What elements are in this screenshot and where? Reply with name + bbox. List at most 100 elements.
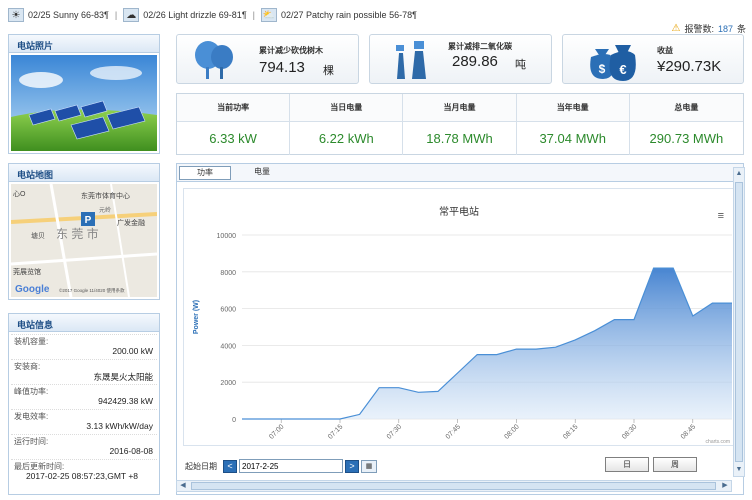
stat-total-energy: 总电量 290.73 MWh: [629, 94, 743, 155]
stat-current-power: 当前功率 6.33 kW: [177, 94, 291, 155]
scroll-thumb[interactable]: [735, 182, 743, 462]
kpi-co2-card: 累计减排二氧化碳 289.86 吨: [369, 34, 552, 84]
svg-text:P: P: [85, 215, 92, 226]
alarm-count[interactable]: 187: [718, 24, 733, 34]
info-label: 装机容量:: [11, 334, 157, 346]
weather-bar: ☀ 02/25 Sunny 66-83¶ | ☁ 02/26 Light driz…: [0, 0, 752, 30]
info-label: 运行时间:: [11, 434, 157, 446]
station-photo-title: 电站照片: [9, 35, 159, 53]
info-value: 942429.38 kW: [98, 396, 153, 406]
station-map-panel: 电站地图 P 心O 东莞市体育中心 元岭 广发金融 东 莞 市 塘贝 莞展览馆 …: [8, 163, 160, 300]
station-photo-panel: 电站照片: [8, 34, 160, 154]
week-button[interactable]: 周: [653, 457, 697, 472]
scroll-right-icon[interactable]: ▶: [719, 481, 731, 491]
kpi-value: 794.13: [259, 59, 305, 76]
y-tick-label: 6000: [220, 307, 236, 314]
chart-menu-icon[interactable]: ≡: [718, 210, 724, 222]
date-label: 起始日期: [185, 461, 217, 471]
factory-icon: [396, 41, 426, 79]
chart-credit: charts.com: [706, 439, 730, 445]
map-label: 东莞市体育中心: [81, 191, 130, 200]
google-logo: Google: [15, 284, 50, 295]
divider: |: [114, 10, 118, 20]
next-date-button[interactable]: >: [345, 459, 359, 473]
x-tick-label: 07:15: [327, 423, 344, 440]
date-input[interactable]: [239, 459, 343, 473]
horizontal-scrollbar[interactable]: ◀ ▶: [176, 480, 732, 492]
weather-text-1: 02/25 Sunny 66-83¶: [28, 10, 109, 20]
station-info-panel: 电站信息 装机容量: 200.00 kW 安装商: 东晟昊火太阳能 峰值功率: …: [8, 313, 160, 495]
map-label: 东 莞 市: [56, 226, 99, 241]
money-bags-icon: $ €: [590, 45, 636, 81]
map-label: 元岭: [99, 206, 111, 214]
scroll-up-icon[interactable]: ▲: [734, 168, 744, 180]
scroll-down-icon[interactable]: ▼: [734, 464, 744, 476]
station-photo: [11, 55, 157, 151]
map-attribution: ©2017 Google 11/4020 使用条款: [59, 287, 125, 294]
stat-value: 18.78 MWh: [426, 131, 493, 146]
divider: |: [252, 10, 255, 20]
cloud-sun-icon: ⛅: [261, 8, 277, 22]
info-label: 发电效率:: [11, 409, 157, 421]
kpi-value: 289.86: [452, 53, 498, 70]
kpi-label: 累计减少砍伐树木: [259, 46, 323, 55]
map-label: 广发金融: [117, 218, 145, 227]
date-controls: 起始日期 < > ▦ 日 周: [185, 457, 735, 475]
trees-icon: [195, 41, 233, 79]
kpi-revenue-card: $ € 收益 ¥290.73K: [562, 34, 744, 84]
power-chart: 常平电站 ≡ 0 2000 4000 6000 8000 10000 07:00 07:15…: [183, 188, 735, 446]
map-label: 莞展览馆: [13, 267, 41, 276]
y-axis-label: Power (W): [193, 300, 200, 334]
kpi-label: 累计减排二氧化碳: [448, 42, 512, 51]
y-tick-label: 8000: [220, 270, 236, 277]
tab-power[interactable]: 功率: [179, 166, 231, 180]
info-value: 200.00 kW: [112, 346, 153, 356]
info-value: 3.13 kWh/kW/day: [86, 421, 153, 431]
weather-text-3: 02/27 Patchy rain possible 56-78¶: [281, 10, 417, 20]
stat-value: 290.73 MWh: [649, 131, 724, 146]
station-info-list: 装机容量: 200.00 kW 安装商: 东晟昊火太阳能 峰值功率: 94242…: [11, 334, 157, 484]
warning-icon: ⚠: [671, 23, 681, 34]
kpi-value: ¥290.73K: [657, 58, 722, 75]
tab-energy[interactable]: 电量: [247, 166, 277, 180]
stat-label: 当日电量: [290, 94, 403, 122]
stat-value: 37.04 MWh: [539, 131, 606, 146]
kpi-unit: 棵: [323, 65, 334, 77]
info-label: 峰值功率:: [11, 384, 157, 396]
vertical-scrollbar[interactable]: ▲ ▼: [733, 167, 745, 477]
info-label: 最后更新时间:: [11, 459, 157, 471]
x-tick-label: 08:45: [680, 423, 697, 440]
stat-label: 总电量: [629, 94, 743, 122]
info-label: 安装商:: [11, 359, 157, 371]
stat-label: 当前功率: [177, 94, 290, 122]
chart-title: 常平电站: [439, 205, 479, 218]
station-info-title: 电站信息: [9, 314, 159, 332]
scroll-left-icon[interactable]: ◀: [177, 481, 189, 491]
day-button[interactable]: 日: [605, 457, 649, 472]
x-tick-label: 07:30: [386, 423, 403, 440]
prev-date-button[interactable]: <: [223, 459, 237, 473]
kpi-unit: 吨: [515, 59, 526, 71]
station-map[interactable]: P 心O 东莞市体育中心 元岭 广发金融 东 莞 市 塘贝 莞展览馆 Googl…: [11, 184, 157, 297]
info-value: 东晟昊火太阳能: [93, 372, 153, 382]
kpi-trees-card: 累计减少砍伐树木 794.13 棵: [176, 34, 359, 84]
scroll-thumb[interactable]: [191, 482, 716, 490]
weather-text-2: 02/26 Light drizzle 69-81¶: [143, 10, 247, 20]
weather-day-2: ☁ 02/26 Light drizzle 69-81¶ |: [123, 8, 255, 22]
stat-label: 当年电量: [516, 94, 629, 122]
cloud-rain-icon: ☁: [123, 8, 140, 22]
info-value: 2016-08-08: [109, 446, 153, 456]
map-label: 塘贝: [31, 231, 45, 240]
y-tick-label: 2000: [220, 380, 236, 387]
x-tick-label: 07:00: [268, 423, 285, 440]
chart-panel: 功率 电量 常平电站 ≡ 0 2000 4000 6000 8000 10000 07:0…: [176, 163, 744, 495]
x-tick-label: 08:30: [621, 423, 638, 440]
stat-value: 6.33 kW: [209, 131, 257, 146]
stat-label: 当月电量: [403, 94, 516, 122]
stat-value: 6.22 kWh: [318, 131, 374, 146]
calendar-icon[interactable]: ▦: [361, 459, 377, 473]
map-label: 心O: [13, 190, 26, 198]
stat-month-energy: 当月电量 18.78 MWh: [403, 94, 517, 155]
svg-text:€: €: [619, 62, 626, 77]
stat-year-energy: 当年电量 37.04 MWh: [516, 94, 630, 155]
